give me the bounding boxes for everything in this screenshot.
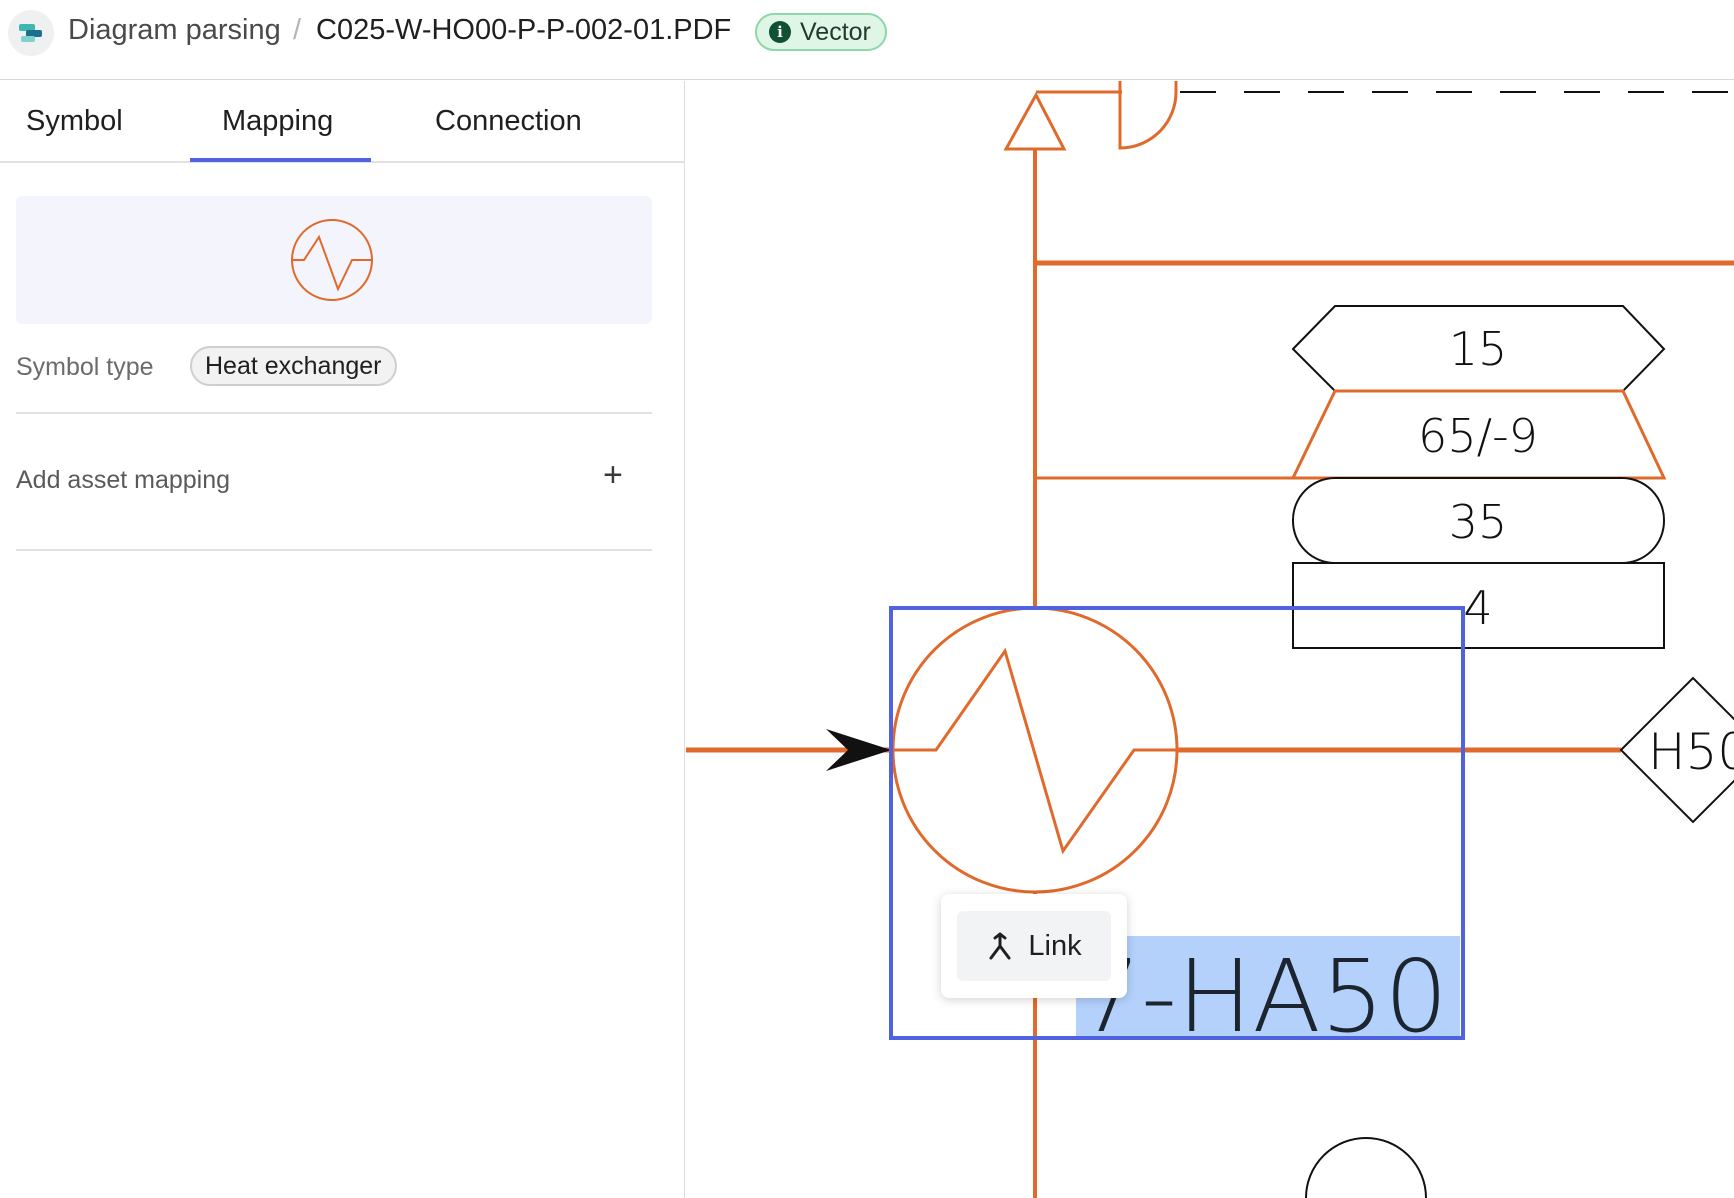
plus-icon[interactable]: + bbox=[603, 456, 623, 495]
tab-bar: Symbol Mapping Connection bbox=[0, 81, 685, 163]
link-popup: Link bbox=[941, 894, 1127, 998]
divider bbox=[16, 412, 652, 414]
tab-connection[interactable]: Connection bbox=[435, 105, 582, 138]
heat-exchanger-symbol-icon bbox=[291, 219, 373, 301]
symbol-preview-card bbox=[16, 196, 652, 324]
diagram-canvas[interactable]: 15 65/-9 35 4 H50 7-HA50 bbox=[686, 81, 1734, 1198]
tag-4: 4 bbox=[1463, 581, 1492, 635]
breadcrumb-file-name: C025-W-HO00-P-P-002-01.PDF bbox=[316, 14, 732, 46]
badge-label: Vector bbox=[800, 17, 871, 46]
sidebar-panel: Symbol Mapping Connection Symbol type He… bbox=[0, 81, 685, 1198]
tab-mapping[interactable]: Mapping bbox=[222, 105, 333, 138]
vector-badge: i Vector bbox=[755, 13, 887, 51]
add-asset-mapping-label: Add asset mapping bbox=[16, 466, 231, 494]
active-tab-indicator bbox=[190, 158, 371, 162]
merge-arrow-icon bbox=[989, 932, 1011, 960]
valve-triangle bbox=[1003, 91, 1067, 151]
tag-15: 15 bbox=[1449, 322, 1508, 376]
breadcrumb-separator: / bbox=[293, 14, 302, 46]
diagram-parsing-logo-icon[interactable] bbox=[8, 10, 54, 56]
tag-h50: H50 bbox=[1648, 723, 1734, 781]
actuator-shape bbox=[1118, 81, 1178, 150]
tag-65: 65/-9 bbox=[1418, 409, 1538, 463]
link-button[interactable]: Link bbox=[957, 911, 1111, 981]
tag-35: 35 bbox=[1449, 495, 1508, 549]
link-label: Link bbox=[1028, 929, 1082, 962]
info-icon: i bbox=[769, 21, 791, 43]
symbol-type-chip[interactable]: Heat exchanger bbox=[190, 346, 397, 386]
top-bar: Diagram parsing / C025-W-HO00-P-P-002-01… bbox=[0, 0, 1734, 80]
pid-diagram: 15 65/-9 35 4 H50 7-HA50 bbox=[686, 81, 1734, 1198]
breadcrumb-root[interactable]: Diagram parsing bbox=[68, 14, 281, 47]
divider bbox=[16, 549, 652, 551]
tab-symbol[interactable]: Symbol bbox=[26, 105, 123, 138]
symbol-type-label: Symbol type bbox=[16, 353, 154, 381]
